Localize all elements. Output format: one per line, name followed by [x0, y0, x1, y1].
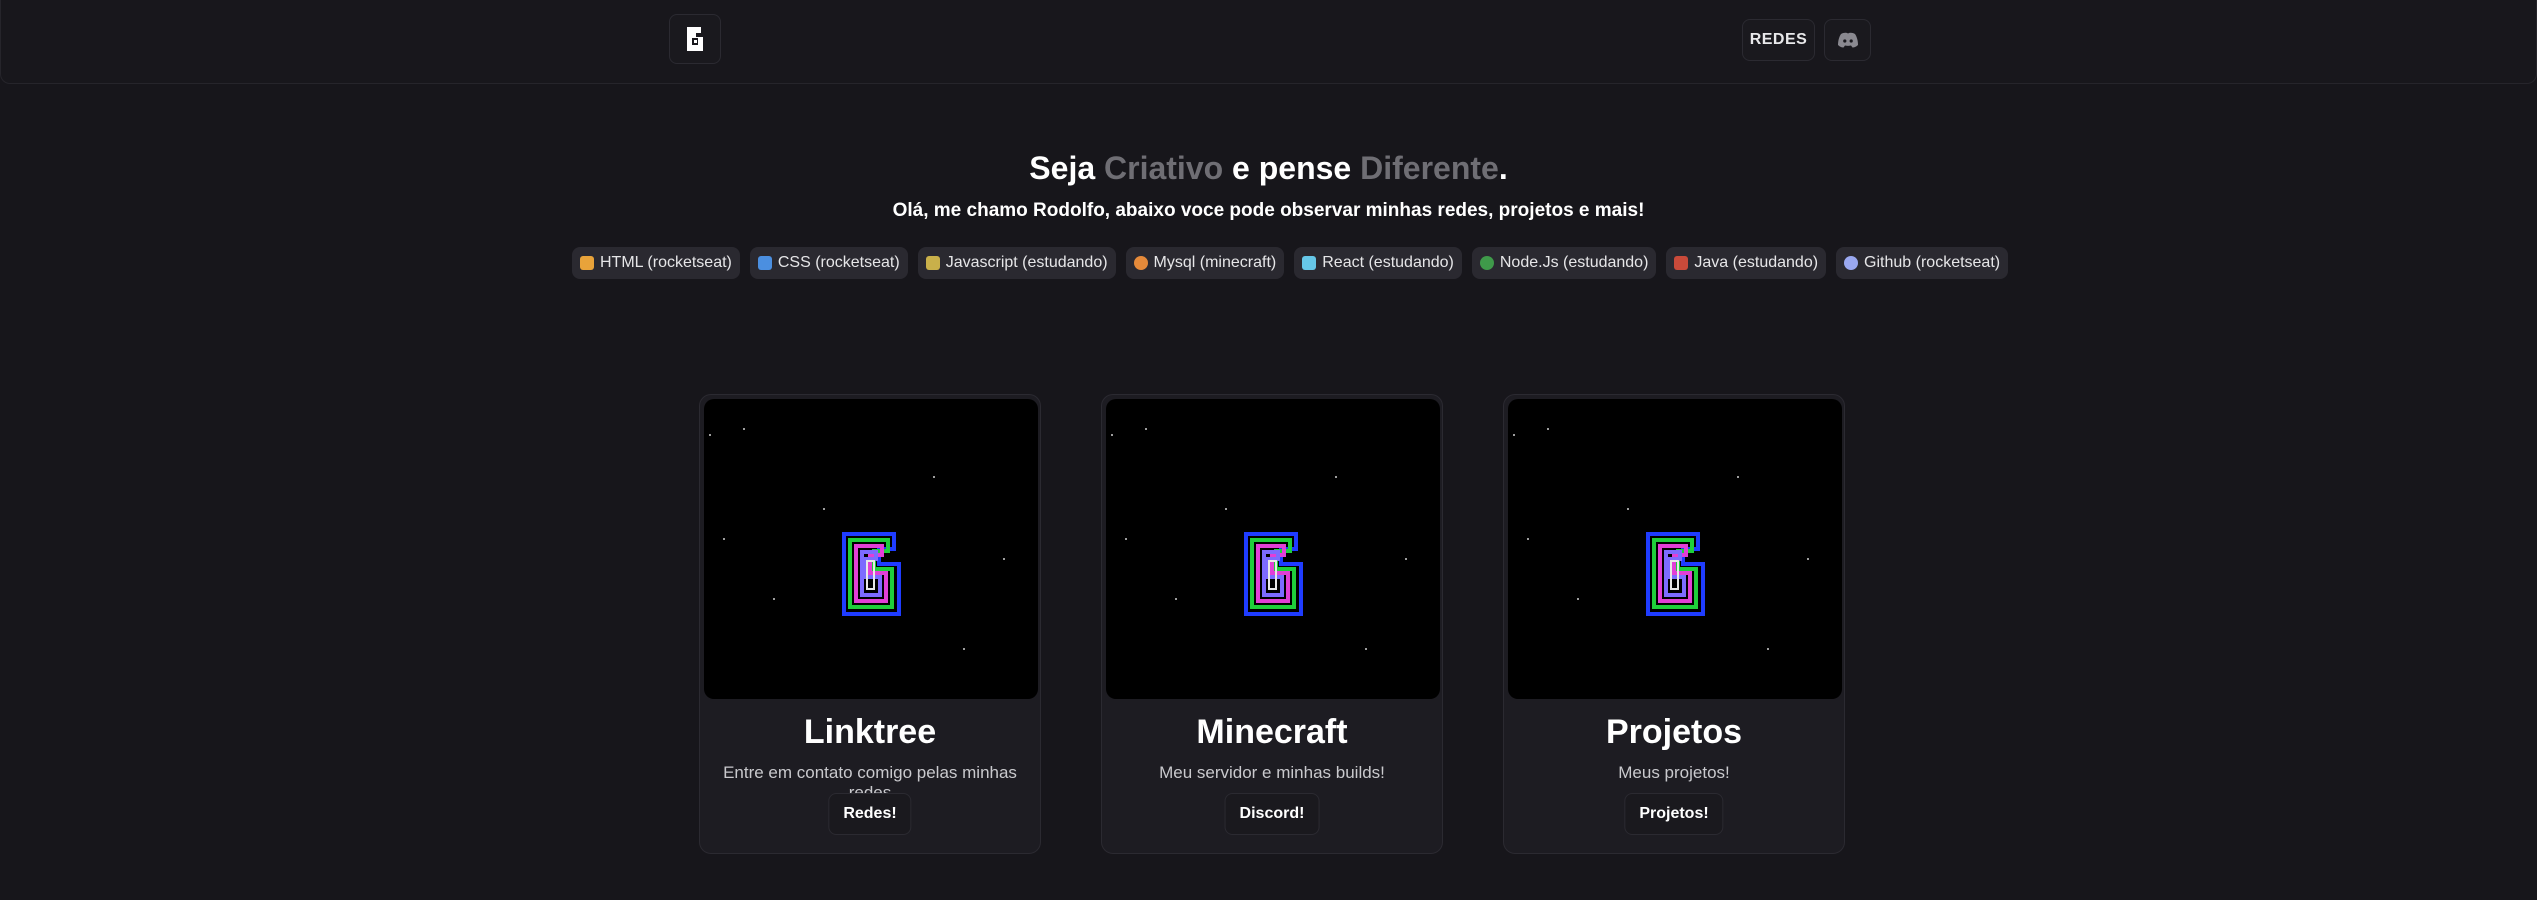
html-icon: [580, 256, 594, 270]
tech-badge-label: React (estudando): [1322, 254, 1454, 271]
tech-badge-html: HTML (rocketseat): [572, 247, 740, 279]
card-title: Minecraft: [1196, 713, 1348, 751]
tech-badge-label: Github (rocketseat): [1864, 254, 2001, 271]
hero-title-highlight-diferente: Diferente: [1360, 150, 1499, 186]
card-button-redes[interactable]: Redes!: [828, 793, 912, 835]
css-icon: [757, 256, 772, 270]
tech-badge-list: HTML (rocketseat) CSS (rocketseat) Javas…: [572, 247, 2009, 279]
tech-badge-css: CSS (rocketseat): [749, 247, 908, 279]
tech-badge-label: HTML (rocketseat): [600, 254, 732, 271]
redes-nav-button[interactable]: REDES: [1742, 19, 1815, 61]
tech-badge-nodejs: Node.Js (estudando): [1471, 247, 1657, 279]
hero-subtitle: Olá, me chamo Rodolfo, abaixo voce pode …: [892, 200, 1645, 221]
brand-logo-button[interactable]: [669, 14, 721, 64]
card-image: [1106, 399, 1440, 699]
mysql-icon: [1133, 256, 1148, 270]
hero-title: Seja Criativo e pense Diferente.: [0, 146, 2537, 190]
brand-logo-icon: [687, 27, 703, 51]
hero-title-part1: Seja: [1029, 150, 1105, 186]
card-description: Meu servidor e minhas builds!: [1159, 763, 1385, 782]
tech-badge-react: React (estudando): [1294, 247, 1462, 279]
top-navbar: REDES: [0, 0, 2537, 84]
tech-badge-javascript: Javascript (estudando): [917, 247, 1116, 279]
discord-icon: [1837, 32, 1858, 48]
tech-badge-label: Java (estudando): [1694, 254, 1819, 271]
java-icon: [1674, 256, 1689, 270]
hero-title-part2: e pense: [1223, 150, 1361, 186]
neon-logo-animation-icon: [1111, 428, 1407, 650]
hero-title-highlight-criativo: Criativo: [1104, 150, 1224, 186]
card-minecraft: Minecraft Meu servidor e minhas builds! …: [1101, 394, 1443, 854]
tech-badge-java: Java (estudando): [1666, 247, 1827, 279]
tech-badge-label: Javascript (estudando): [945, 254, 1108, 271]
card-linktree: Linktree Entre em contato comigo pelas m…: [699, 394, 1041, 854]
nodejs-icon: [1479, 256, 1494, 270]
tech-badge-label: Node.Js (estudando): [1499, 254, 1649, 271]
card-button-discord[interactable]: Discord!: [1224, 793, 1320, 835]
neon-logo-animation-icon: [1513, 428, 1809, 650]
hero-title-part3: .: [1498, 150, 1508, 186]
neon-logo-animation-icon: [709, 428, 1005, 650]
tech-badge-mysql: Mysql (minecraft): [1125, 247, 1285, 279]
card-title: Linktree: [803, 713, 937, 751]
tech-badge-label: Mysql (minecraft): [1153, 254, 1277, 271]
card-description: Meus projetos!: [1618, 763, 1730, 782]
card-title: Projetos: [1605, 713, 1743, 751]
card-projetos: Projetos Meus projetos! Projetos!: [1503, 394, 1845, 854]
discord-nav-button[interactable]: [1824, 19, 1871, 61]
card-image: [1508, 399, 1842, 699]
javascript-icon: [925, 256, 940, 270]
card-button-projetos[interactable]: Projetos!: [1624, 793, 1724, 835]
redes-nav-label: REDES: [1749, 31, 1808, 48]
card-image: [704, 399, 1038, 699]
tech-badge-label: CSS (rocketseat): [777, 254, 900, 271]
react-icon: [1302, 256, 1317, 270]
tech-badge-github: Github (rocketseat): [1836, 247, 2009, 279]
github-icon: [1844, 256, 1859, 270]
